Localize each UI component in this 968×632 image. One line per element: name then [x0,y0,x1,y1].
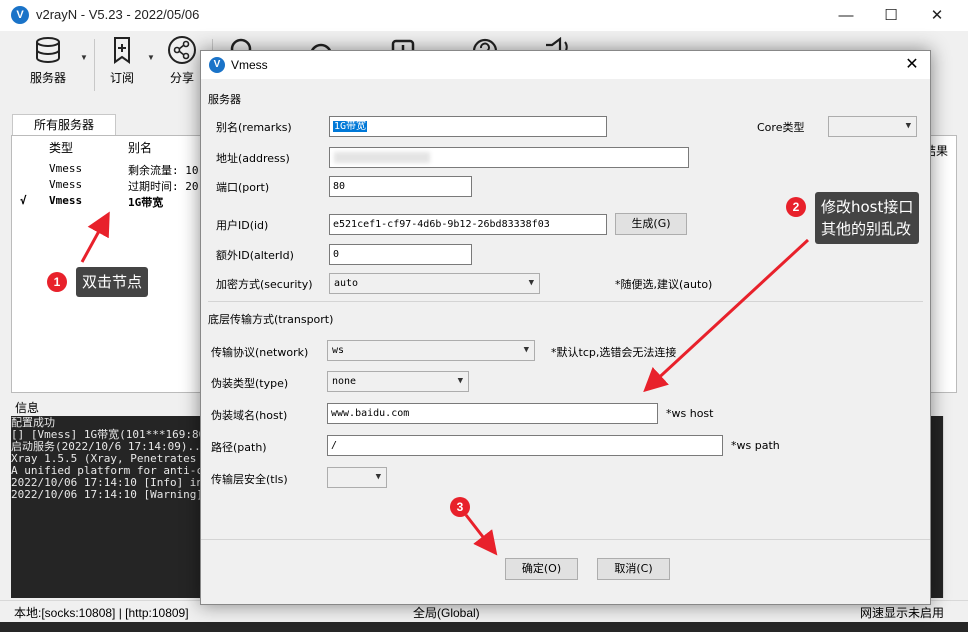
column-header-type[interactable]: 类型 [49,139,73,156]
status-local-ports: 本地:[socks:10808] | [http:10809] [14,606,189,620]
network-label: 传输协议(network) [211,346,309,359]
row-type: Vmess [49,194,83,207]
database-icon [36,37,60,64]
app-logo-icon: V [11,6,29,24]
port-label: 端口(port) [216,181,270,194]
tls-select[interactable]: ▼ [327,467,387,488]
row-mark: √ [20,194,27,207]
status-routing-mode[interactable]: 全局(Global) [413,604,480,621]
chevron-down-icon: ▼ [523,345,529,355]
annotation-step-1-text: 双击节点 [76,267,149,297]
remarks-label: 别名(remarks) [216,121,292,134]
ok-button[interactable]: 确定(O) [505,558,578,580]
host-field[interactable]: www.baidu.com [327,403,658,424]
row-type: Vmess [49,162,83,175]
security-value: auto [334,278,359,289]
core-type-select[interactable]: ▼ [828,116,917,137]
path-hint: *ws path [731,439,780,452]
network-select[interactable]: ws ▼ [327,340,535,361]
chevron-down-icon: ▼ [905,121,911,131]
annotation-step-1-badge: 1 [47,272,67,292]
annotation-step-2-badge: 2 [786,197,806,217]
address-label: 地址(address) [216,152,290,165]
security-hint: *随便选,建议(auto) [615,278,713,291]
chevron-down-icon: ▼ [457,376,463,386]
bookmark-add-icon [114,37,130,64]
type-label: 伪装类型(type) [211,377,289,390]
log-scrollbar[interactable] [943,416,957,598]
user-id-value: e521cef1-cf97-4d6b-9b12-26bd83338f03 [333,219,550,230]
dialog-close-button[interactable]: ✕ [898,53,926,77]
row-alias: 过期时间: 20 [128,180,199,193]
annotation-step-2-line-1: 修改host接口 [821,198,914,216]
type-value: none [332,376,357,387]
chevron-down-icon[interactable]: ▼ [80,53,88,62]
remarks-value: 1G带宽 [333,121,368,132]
network-value: ws [332,345,345,356]
title-bar: V v2rayN - V5.23 - 2022/05/06 — ☐ ✕ [0,0,968,31]
chevron-down-icon[interactable]: ▼ [147,53,155,62]
group-divider [208,301,923,302]
vmess-dialog: V Vmess ✕ 服务器 别名(remarks) 1G带宽 Core类型 ▼ … [200,50,931,605]
group-transport-label: 底层传输方式(transport) [208,313,334,326]
chevron-down-icon: ▼ [528,278,534,288]
path-value: / [331,440,338,451]
share-icon [168,36,196,64]
address-redacted [334,152,430,163]
core-type-label: Core类型 [757,121,805,134]
toolbar-separator [94,39,95,91]
close-window-button[interactable]: ✕ [914,0,960,31]
annotation-step-2-box: 修改host接口 其他的别乱改 [815,192,920,244]
group-server-label: 服务器 [208,93,241,106]
path-field[interactable]: / [327,435,723,456]
toolbar-servers-button[interactable]: 服务器 [22,35,74,95]
row-alias: 1G带宽 [128,196,164,209]
port-value: 80 [333,181,346,192]
annotation-step-3-badge: 3 [450,497,470,517]
maximize-button[interactable]: ☐ [868,0,914,31]
info-label: 信息 [15,401,40,415]
chevron-down-icon: ▼ [375,472,381,482]
user-id-label: 用户ID(id) [216,219,269,232]
generate-id-button[interactable]: 生成(G) [615,213,687,235]
tls-label: 传输层安全(tls) [211,473,288,486]
column-header-alias[interactable]: 别名 [128,139,152,156]
dialog-title: Vmess [231,58,268,72]
path-label: 路径(path) [211,441,267,454]
security-label: 加密方式(security) [216,278,313,291]
status-speed: 网速显示未启用 [860,606,945,620]
network-hint: *默认tcp,选错会无法连接 [551,346,677,359]
window-title: v2rayN - V5.23 - 2022/05/06 [36,7,200,22]
row-type: Vmess [49,178,83,191]
dialog-title-bar: V Vmess ✕ [201,51,930,79]
toolbar-subscribe-button[interactable]: 订阅 [96,35,148,95]
alter-id-field[interactable]: 0 [329,244,472,265]
row-alias: 剩余流量: 10 [128,164,199,177]
remarks-field[interactable]: 1G带宽 [329,116,607,137]
security-select[interactable]: auto ▼ [329,273,540,294]
alter-id-value: 0 [333,249,340,260]
user-id-field[interactable]: e521cef1-cf97-4d6b-9b12-26bd83338f03 [329,214,607,235]
toolbar-servers-label: 服务器 [29,71,66,85]
alter-id-label: 额外ID(alterId) [216,249,294,262]
host-hint: *ws host [666,407,714,420]
app-logo-icon: V [209,57,225,73]
type-select[interactable]: none ▼ [327,371,469,392]
tab-all-servers[interactable]: 所有服务器 [12,114,116,136]
cancel-button[interactable]: 取消(C) [597,558,670,580]
minimize-button[interactable]: — [823,0,869,31]
dialog-footer-divider [201,539,930,540]
host-label: 伪装域名(host) [211,409,288,422]
annotation-step-2-line-2: 其他的别乱改 [821,220,912,238]
toolbar-subscribe-label: 订阅 [109,71,134,85]
port-field[interactable]: 80 [329,176,472,197]
taskbar-strip [0,622,968,632]
host-value: www.baidu.com [331,408,410,419]
address-field[interactable] [329,147,689,168]
